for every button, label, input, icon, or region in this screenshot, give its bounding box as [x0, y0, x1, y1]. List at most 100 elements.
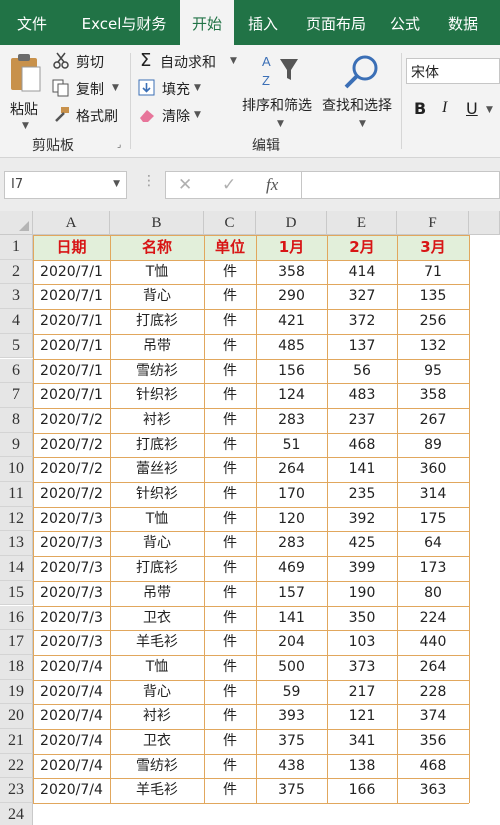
table-cell[interactable]: 吊带 — [110, 334, 204, 359]
table-cell[interactable]: 件 — [204, 284, 256, 309]
table-cell[interactable]: 2020/7/3 — [33, 507, 110, 532]
table-cell[interactable]: 204 — [256, 630, 327, 655]
table-cell[interactable]: 背心 — [110, 531, 204, 556]
paste-button[interactable]: 粘贴 ▼ — [4, 51, 46, 133]
row-header[interactable]: 15 — [0, 580, 33, 606]
tab-file[interactable]: 文件 — [0, 0, 64, 45]
row-header[interactable]: 12 — [0, 506, 33, 532]
table-cell[interactable]: 卫衣 — [110, 729, 204, 754]
table-cell[interactable]: 件 — [204, 704, 256, 729]
table-cell[interactable]: 283 — [256, 531, 327, 556]
table-cell[interactable]: 267 — [397, 408, 469, 433]
header-cell[interactable]: 名称 — [110, 235, 204, 260]
table-cell[interactable]: 2020/7/4 — [33, 655, 110, 680]
table-cell[interactable]: 51 — [256, 433, 327, 458]
table-cell[interactable]: 120 — [256, 507, 327, 532]
cancel-icon[interactable]: ✕ — [178, 175, 192, 195]
table-cell[interactable]: 224 — [397, 606, 469, 631]
table-cell[interactable]: 件 — [204, 260, 256, 285]
table-cell[interactable]: 121 — [327, 704, 397, 729]
tab-formulas[interactable]: 公式 — [380, 0, 430, 45]
table-cell[interactable]: 363 — [397, 778, 469, 803]
format-painter-button[interactable]: 格式刷 — [52, 105, 132, 127]
table-cell[interactable]: 2020/7/4 — [33, 754, 110, 779]
table-cell[interactable]: 235 — [327, 482, 397, 507]
table-cell[interactable]: 392 — [327, 507, 397, 532]
tab-page-layout[interactable]: 页面布局 — [296, 0, 376, 45]
sort-filter-button[interactable]: A Z 排序和筛选 ▼ — [242, 51, 320, 131]
table-cell[interactable]: 件 — [204, 581, 256, 606]
table-cell[interactable]: 雪纺衫 — [110, 359, 204, 384]
table-cell[interactable]: 103 — [327, 630, 397, 655]
table-cell[interactable]: 2020/7/4 — [33, 704, 110, 729]
table-cell[interactable]: 蕾丝衫 — [110, 457, 204, 482]
table-cell[interactable]: 438 — [256, 754, 327, 779]
table-cell[interactable]: 372 — [327, 309, 397, 334]
table-cell[interactable]: 件 — [204, 778, 256, 803]
table-cell[interactable]: 59 — [256, 680, 327, 705]
table-cell[interactable]: 2020/7/2 — [33, 482, 110, 507]
tab-excel-finance[interactable]: Excel与财务 — [68, 0, 180, 45]
autosum-button[interactable]: Σ 自动求和 ▼ — [138, 50, 240, 73]
table-cell[interactable]: 2020/7/3 — [33, 531, 110, 556]
column-header[interactable]: E — [327, 211, 397, 235]
table-cell[interactable]: 156 — [256, 359, 327, 384]
table-cell[interactable]: 350 — [327, 606, 397, 631]
table-cell[interactable]: 件 — [204, 383, 256, 408]
row-header[interactable]: 23 — [0, 778, 33, 804]
enter-check-icon[interactable]: ✓ — [222, 175, 236, 195]
table-cell[interactable]: 71 — [397, 260, 469, 285]
row-header[interactable]: 5 — [0, 333, 33, 359]
underline-dropdown-caret[interactable]: ▼ — [486, 105, 493, 115]
table-cell[interactable]: 360 — [397, 457, 469, 482]
table-cell[interactable]: 针织衫 — [110, 482, 204, 507]
table-cell[interactable]: 2020/7/4 — [33, 729, 110, 754]
table-cell[interactable]: 124 — [256, 383, 327, 408]
table-cell[interactable]: 衬衫 — [110, 408, 204, 433]
formula-input[interactable] — [302, 171, 500, 199]
table-cell[interactable]: 314 — [397, 482, 469, 507]
table-cell[interactable]: 件 — [204, 556, 256, 581]
row-header[interactable]: 9 — [0, 432, 33, 458]
row-header[interactable]: 18 — [0, 654, 33, 680]
row-header[interactable]: 8 — [0, 407, 33, 433]
table-cell[interactable]: 衬衫 — [110, 704, 204, 729]
row-header[interactable]: 20 — [0, 704, 33, 729]
table-cell[interactable]: 2020/7/3 — [33, 630, 110, 655]
row-header[interactable]: 13 — [0, 531, 33, 557]
table-cell[interactable]: 469 — [256, 556, 327, 581]
table-cell[interactable]: 56 — [327, 359, 397, 384]
table-cell[interactable]: 137 — [327, 334, 397, 359]
table-cell[interactable]: 414 — [327, 260, 397, 285]
table-cell[interactable]: 羊毛衫 — [110, 778, 204, 803]
table-cell[interactable]: 393 — [256, 704, 327, 729]
row-header[interactable]: 14 — [0, 556, 33, 581]
underline-button[interactable]: U — [466, 99, 478, 118]
table-cell[interactable]: 440 — [397, 630, 469, 655]
table-cell[interactable]: 件 — [204, 606, 256, 631]
column-header[interactable] — [469, 211, 500, 235]
table-cell[interactable]: 89 — [397, 433, 469, 458]
table-cell[interactable]: 373 — [327, 655, 397, 680]
table-cell[interactable]: 500 — [256, 655, 327, 680]
table-cell[interactable]: 件 — [204, 507, 256, 532]
table-cell[interactable]: 483 — [327, 383, 397, 408]
table-cell[interactable]: 件 — [204, 359, 256, 384]
table-cell[interactable]: 228 — [397, 680, 469, 705]
table-cell[interactable]: 针织衫 — [110, 383, 204, 408]
table-cell[interactable]: 雪纺衫 — [110, 754, 204, 779]
table-cell[interactable]: 件 — [204, 531, 256, 556]
table-cell[interactable]: 件 — [204, 309, 256, 334]
row-header[interactable]: 2 — [0, 259, 33, 285]
table-cell[interactable]: 283 — [256, 408, 327, 433]
table-cell[interactable]: 264 — [256, 457, 327, 482]
table-cell[interactable]: 157 — [256, 581, 327, 606]
name-box[interactable]: I7 ▼ — [4, 171, 127, 199]
table-cell[interactable]: 2020/7/3 — [33, 606, 110, 631]
table-cell[interactable]: 件 — [204, 482, 256, 507]
table-cell[interactable]: 421 — [256, 309, 327, 334]
table-cell[interactable]: 件 — [204, 457, 256, 482]
table-cell[interactable]: 2020/7/1 — [33, 334, 110, 359]
clear-button[interactable]: 清除 ▼ — [138, 105, 218, 127]
table-cell[interactable]: 背心 — [110, 680, 204, 705]
